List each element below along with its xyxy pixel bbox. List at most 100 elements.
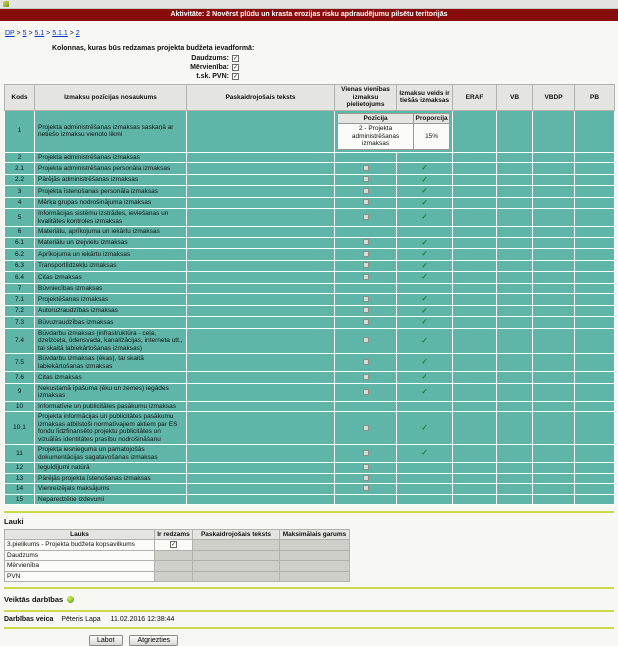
direct-cost-check-icon: ✓ bbox=[421, 163, 427, 172]
budget-row-eraf bbox=[453, 445, 497, 463]
budget-row-name: Būvdarbu izmaksas (ēkas), tai skaitā lab… bbox=[35, 354, 187, 372]
title-bar: Aktivitāte: 2 Novērst plūdu un krasta er… bbox=[0, 9, 618, 21]
fields-col-maksimalais: Maksimālais garums bbox=[280, 530, 350, 540]
unit-cost-checkbox[interactable] bbox=[363, 165, 369, 171]
field-row-maxlength-cell bbox=[280, 540, 350, 551]
direct-cost-check-icon: ✓ bbox=[421, 306, 427, 315]
unit-cost-checkbox[interactable] bbox=[363, 296, 369, 302]
budget-row-vb bbox=[497, 484, 533, 495]
unit-cost-checkbox[interactable] bbox=[363, 307, 369, 313]
col-header-explanation: Paskaidrojošais teksts bbox=[187, 85, 335, 111]
budget-row-name: Vienreizējais maksājums bbox=[35, 484, 187, 495]
field-visible-checkbox[interactable] bbox=[170, 541, 177, 548]
budget-row-eraf bbox=[453, 249, 497, 261]
unit-cost-checkbox[interactable] bbox=[363, 199, 369, 205]
budget-row-code: 11 bbox=[5, 445, 35, 463]
budget-row-eraf bbox=[453, 372, 497, 384]
unit-cost-checkbox[interactable] bbox=[363, 274, 369, 280]
budget-row-direct-cost-cell: ✓ bbox=[397, 294, 453, 306]
breadcrumb-link[interactable]: 5.1.1 bbox=[52, 30, 68, 37]
budget-row-code: 7.6 bbox=[5, 372, 35, 384]
budget-row: 6.1Materiālu un izejvielu izmaksas✓ bbox=[5, 237, 615, 249]
budget-row-code: 7.5 bbox=[5, 354, 35, 372]
unit-cost-checkbox[interactable] bbox=[363, 251, 369, 257]
budget-row-name: Aprīkojuma un iekārtu izmaksas bbox=[35, 249, 187, 261]
col-header-kods: Kods bbox=[5, 85, 35, 111]
budget-row-explanation bbox=[187, 383, 335, 401]
budget-row-code: 1 bbox=[5, 110, 35, 152]
budget-row-name: Neparedzētie izdevumi bbox=[35, 494, 187, 505]
budget-row-unit-cost-cell bbox=[335, 186, 397, 198]
budget-row-code: 6.1 bbox=[5, 237, 35, 249]
unit-cost-checkbox[interactable] bbox=[363, 464, 369, 470]
budget-row-vb bbox=[497, 412, 533, 445]
budget-row-explanation bbox=[187, 445, 335, 463]
column-option-checkbox[interactable] bbox=[232, 73, 239, 80]
column-option-row: Daudzums: bbox=[4, 55, 614, 62]
budget-row-pb bbox=[575, 372, 615, 384]
field-row: PVN bbox=[5, 571, 350, 582]
budget-row-code: 7.1 bbox=[5, 294, 35, 306]
budget-row-pb bbox=[575, 463, 615, 474]
field-row: Daudzums bbox=[5, 550, 350, 561]
budget-row: 6.2Aprīkojuma un iekārtu izmaksas✓ bbox=[5, 249, 615, 261]
direct-cost-check-icon: ✓ bbox=[421, 238, 427, 247]
budget-table: Kods Izmaksu pozīcijas nosaukums Paskaid… bbox=[4, 84, 615, 505]
budget-row-name: Projekta informācijas un publicitātes pa… bbox=[35, 412, 187, 445]
budget-row-vb bbox=[497, 354, 533, 372]
unit-cost-checkbox[interactable] bbox=[363, 188, 369, 194]
budget-row-direct-cost-cell: ✓ bbox=[397, 186, 453, 198]
column-option-label: Daudzums: bbox=[4, 55, 232, 62]
breadcrumb-link[interactable]: DP bbox=[5, 30, 15, 37]
unit-cost-checkbox[interactable] bbox=[363, 475, 369, 481]
budget-row-name: Citas izmaksas bbox=[35, 372, 187, 384]
budget-row-explanation bbox=[187, 473, 335, 484]
direct-cost-check-icon: ✓ bbox=[421, 336, 427, 345]
budget-row-unit-cost-cell bbox=[335, 237, 397, 249]
budget-row-vbdp bbox=[533, 494, 575, 505]
unit-cost-checkbox[interactable] bbox=[363, 389, 369, 395]
budget-row-pb bbox=[575, 174, 615, 186]
budget-row-name: Mērķa grupas nodrošinājuma izmaksas bbox=[35, 197, 187, 209]
budget-row-unit-cost-cell bbox=[335, 272, 397, 284]
budget-row: 6.3Transportlīdzekļu izmaksas✓ bbox=[5, 260, 615, 272]
budget-row-vb bbox=[497, 237, 533, 249]
unit-cost-checkbox[interactable] bbox=[363, 239, 369, 245]
budget-row-eraf bbox=[453, 463, 497, 474]
unit-cost-checkbox[interactable] bbox=[363, 450, 369, 456]
unit-cost-checkbox[interactable] bbox=[363, 359, 369, 365]
direct-cost-check-icon: ✓ bbox=[421, 175, 427, 184]
budget-row-explanation bbox=[187, 305, 335, 317]
breadcrumb-link[interactable]: 5 bbox=[23, 30, 27, 37]
unit-cost-checkbox[interactable] bbox=[363, 337, 369, 343]
direct-cost-check-icon: ✓ bbox=[421, 423, 427, 432]
unit-cost-checkbox[interactable] bbox=[363, 214, 369, 220]
direct-cost-check-icon: ✓ bbox=[421, 317, 427, 326]
unit-cost-checkbox[interactable] bbox=[363, 425, 369, 431]
unit-cost-checkbox[interactable] bbox=[363, 176, 369, 182]
budget-row-eraf bbox=[453, 110, 497, 152]
budget-row-pb bbox=[575, 237, 615, 249]
column-option-checkbox[interactable] bbox=[232, 55, 239, 62]
budget-row: 2.2Pārējās administrēšanas izmaksas✓ bbox=[5, 174, 615, 186]
direct-cost-check-icon: ✓ bbox=[421, 212, 427, 221]
edit-button[interactable]: Labot bbox=[89, 635, 123, 646]
breadcrumb-link[interactable]: 2 bbox=[76, 30, 80, 37]
app-icon[interactable] bbox=[3, 1, 9, 7]
back-button[interactable]: Atgriezties bbox=[129, 635, 178, 646]
budget-row-pb bbox=[575, 473, 615, 484]
unit-cost-checkbox[interactable] bbox=[363, 262, 369, 268]
unit-cost-checkbox[interactable] bbox=[363, 485, 369, 491]
proportion-header: Proporcija bbox=[414, 113, 450, 124]
unit-cost-checkbox[interactable] bbox=[363, 374, 369, 380]
breadcrumb-link[interactable]: 5.1 bbox=[34, 30, 44, 37]
unit-cost-checkbox[interactable] bbox=[363, 319, 369, 325]
budget-row-vbdp bbox=[533, 328, 575, 354]
budget-row-direct-cost-cell: ✓ bbox=[397, 354, 453, 372]
column-option-label: Mērvienība: bbox=[4, 64, 232, 71]
budget-row-code: 2.2 bbox=[5, 174, 35, 186]
budget-row-code: 15 bbox=[5, 494, 35, 505]
budget-row-direct-cost-cell: ✓ bbox=[397, 445, 453, 463]
budget-row-code: 14 bbox=[5, 484, 35, 495]
column-option-checkbox[interactable] bbox=[232, 64, 239, 71]
